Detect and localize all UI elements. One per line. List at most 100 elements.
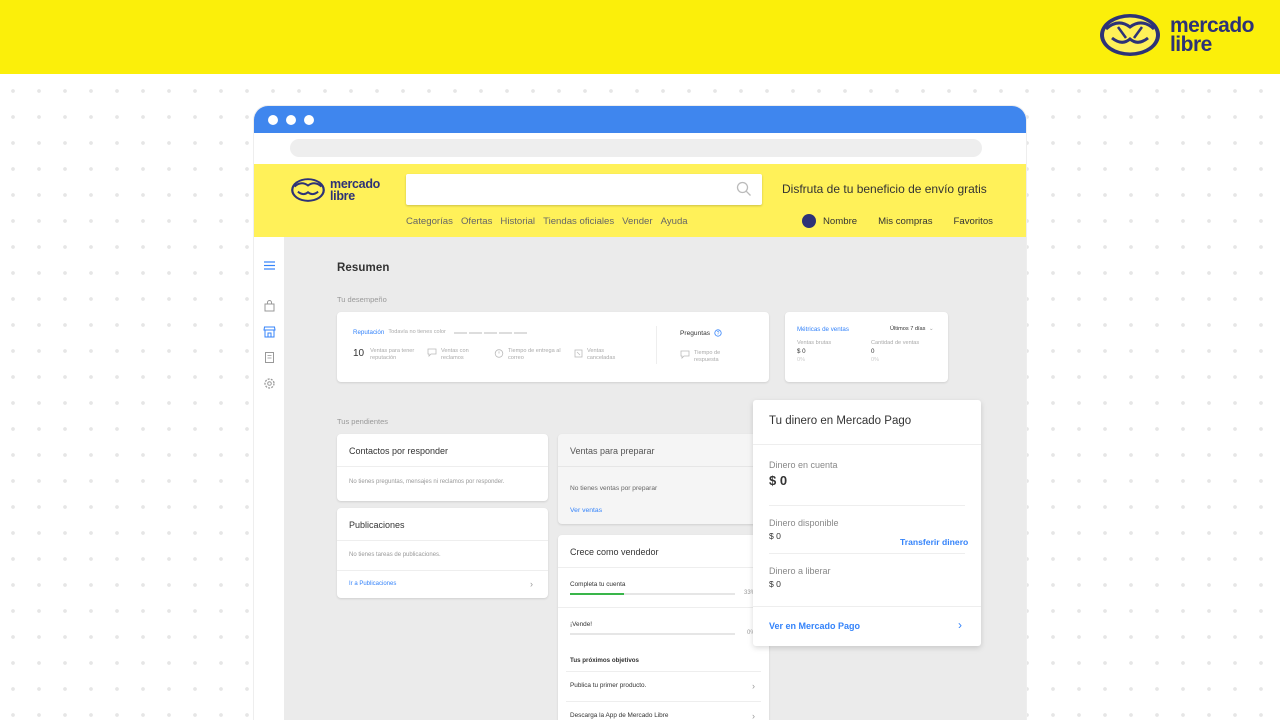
address-bar[interactable] — [290, 139, 982, 157]
top-brand-band — [0, 0, 1280, 74]
task-complete-account[interactable]: Completa tu cuenta — [570, 581, 625, 588]
nav-official-stores[interactable]: Tiendas oficiales — [543, 216, 614, 227]
card-divider — [337, 570, 548, 571]
publications-card: Publicaciones No tienes tareas de public… — [337, 508, 548, 598]
contacts-title: Contactos por responder — [349, 446, 449, 456]
my-purchases-link[interactable]: Mis compras — [878, 216, 932, 227]
publications-title: Publicaciones — [349, 520, 405, 530]
mercado-pago-money-card: Tu dinero en Mercado Pago Dinero en cuen… — [753, 400, 981, 646]
window-dot-icon[interactable] — [304, 114, 314, 125]
questions-label: Preguntas — [680, 329, 711, 337]
handshake-logo-icon — [1099, 14, 1160, 56]
favorites-link[interactable]: Favoritos — [954, 216, 993, 227]
site-logo-line-2: libre — [330, 189, 355, 203]
window-dot-icon[interactable] — [286, 114, 296, 125]
chevron-right-icon[interactable]: › — [752, 681, 755, 691]
contacts-empty: No tienes preguntas, mensajes ni reclamo… — [349, 479, 505, 485]
metrics-title[interactable]: Métricas de ventas — [797, 326, 849, 333]
nav-categories[interactable]: Categorías — [406, 216, 453, 227]
mercado-libre-logo: mercado libre — [1098, 12, 1255, 58]
bag-icon[interactable] — [263, 299, 276, 312]
metrics-range-select[interactable]: Últimos 7 días ⌄ — [890, 326, 934, 332]
seller-dashboard: Resumen Tu desempeño Reputación Todavía … — [254, 237, 1026, 720]
address-row — [254, 133, 1026, 164]
card-divider — [337, 540, 548, 541]
sidebar — [254, 237, 284, 720]
delivery-time-stat: Tiempo de entrega al correo — [508, 348, 561, 361]
money-in-account-label: Dinero en cuenta — [769, 460, 838, 470]
chat-icon — [427, 348, 437, 357]
money-in-account-value: $ 0 — [769, 473, 788, 488]
sales-count-label: Cantidad de ventas — [871, 340, 920, 346]
card-divider — [558, 466, 769, 467]
money-to-release-label: Dinero a liberar — [769, 566, 831, 576]
view-sales-link[interactable]: Ver ventas — [570, 507, 602, 514]
receipt-icon[interactable] — [263, 351, 276, 364]
handshake-logo-icon — [291, 178, 325, 202]
store-icon[interactable] — [263, 325, 276, 338]
window-dot-icon[interactable] — [268, 114, 278, 125]
pending-label: Tus pendientes — [337, 417, 389, 426]
progress-bar-sell — [570, 633, 735, 635]
card-divider — [558, 607, 769, 608]
shipping-promo[interactable]: Disfruta de tu beneficio de envío gratis — [782, 182, 987, 196]
chevron-right-icon[interactable]: › — [752, 711, 755, 720]
avatar[interactable] — [802, 214, 816, 228]
sales-count-pct: 0% — [871, 357, 880, 363]
sales-metrics-card: Métricas de ventas Últimos 7 días ⌄ Vent… — [785, 312, 948, 382]
progress-fill — [570, 593, 625, 595]
card-divider — [566, 701, 761, 702]
publications-empty: No tienes tareas de publicaciones. — [349, 552, 441, 558]
reputation-count-label: Ventas para tener reputación — [370, 348, 415, 361]
browser-titlebar — [254, 106, 1026, 133]
chevron-right-icon[interactable]: › — [958, 618, 962, 632]
money-available-label: Dinero disponible — [769, 518, 839, 528]
clock-icon — [494, 349, 504, 358]
search-icon[interactable] — [736, 181, 752, 197]
reputation-label[interactable]: Reputación — [353, 329, 384, 336]
performance-card: Reputación Todavía no tienes color 10 Ve… — [337, 312, 769, 382]
reputation-thermometer — [453, 331, 528, 334]
search-input[interactable] — [406, 174, 762, 205]
chevron-right-icon[interactable]: › — [530, 579, 533, 589]
goal-item[interactable]: Descarga la App de Mercado Libre — [570, 712, 668, 719]
goal-item[interactable]: Publica tu primer producto. — [570, 682, 646, 689]
view-mercado-pago-link[interactable]: Ver en Mercado Pago — [769, 621, 860, 631]
next-goals-title: Tus próximos objetivos — [570, 657, 639, 664]
chevron-down-icon: ⌄ — [929, 326, 934, 332]
nav-sell[interactable]: Vender — [622, 216, 652, 227]
user-name[interactable]: Nombre — [823, 216, 857, 227]
card-divider — [566, 671, 761, 672]
progress-bar-complete-account — [570, 593, 735, 595]
money-to-release-value: $ 0 — [769, 579, 781, 589]
transfer-money-button[interactable]: Transferir dinero — [900, 537, 968, 547]
cancelled-stat: Ventas canceladas — [587, 348, 616, 361]
task-sell[interactable]: ¡Vende! — [570, 621, 592, 628]
help-icon[interactable]: ? — [714, 329, 722, 337]
browser-window: mercado libre Disfruta de tu beneficio d… — [254, 106, 1026, 720]
site-logo[interactable]: mercado libre — [290, 177, 380, 203]
money-available-value: $ 0 — [769, 531, 781, 541]
site-header: mercado libre Disfruta de tu beneficio d… — [254, 164, 1026, 237]
cancel-box-icon — [574, 349, 583, 358]
settings-icon[interactable] — [263, 377, 276, 390]
card-divider — [753, 444, 981, 445]
card-divider — [753, 606, 981, 607]
card-divider — [558, 567, 769, 568]
card-divider — [337, 466, 548, 467]
response-time-stat: Tiempo de respuesta — [694, 350, 721, 363]
nav-history[interactable]: Historial — [500, 216, 535, 227]
gross-sales-pct: 0% — [797, 357, 806, 363]
sales-to-prepare-title: Ventas para preparar — [570, 446, 655, 456]
sales-count-value: 0 — [871, 348, 875, 355]
svg-text:?: ? — [717, 331, 720, 337]
nav-help[interactable]: Ayuda — [661, 216, 688, 227]
chat-icon — [680, 350, 690, 359]
card-divider — [769, 505, 965, 506]
grow-title: Crece como vendedor — [570, 547, 659, 557]
menu-icon[interactable] — [263, 259, 276, 272]
nav-offers[interactable]: Ofertas — [461, 216, 492, 227]
performance-label: Tu desempeño — [337, 295, 387, 304]
reputation-note: Todavía no tienes color — [388, 329, 446, 336]
publications-link[interactable]: Ir a Publicaciones — [349, 581, 396, 587]
